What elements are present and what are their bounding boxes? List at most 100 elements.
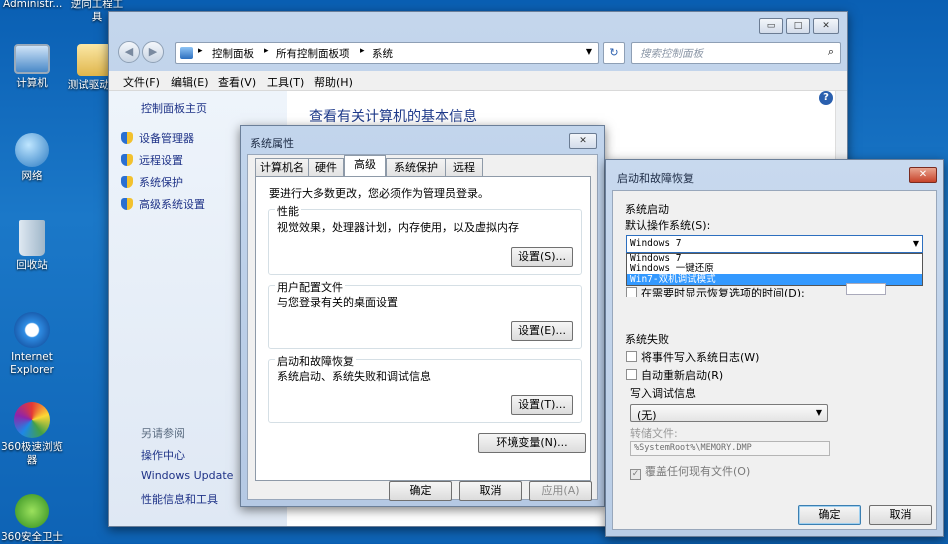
desktop-top-label-admin: Administr... (3, 0, 63, 10)
debug-info-select[interactable]: (无) ▼ (630, 404, 828, 422)
tab-advanced[interactable]: 高级 (344, 155, 386, 177)
default-os-select[interactable]: Windows 7 ▼ (626, 235, 923, 253)
os-dropdown-list: Windows 7 Windows 一键还原 Win7-双机调试模式 (626, 253, 923, 286)
apply-button[interactable]: 应用(A) (529, 481, 592, 501)
write-event-checkbox[interactable] (626, 351, 637, 362)
ok-button[interactable]: 确定 (389, 481, 452, 501)
network-desktop-icon[interactable]: 网络 (0, 133, 64, 183)
360-safe-icon (15, 494, 49, 528)
performance-settings-button[interactable]: 设置(S)... (511, 247, 573, 267)
breadcrumb-sep: ▸ (360, 46, 365, 56)
startup-dialog-body: 系统启动 默认操作系统(S): Windows 7 ▼ Windows 7 Wi… (612, 190, 937, 530)
recycle-bin-desktop-icon[interactable]: 回收站 (0, 220, 64, 272)
360-browser-desktop-icon[interactable]: 360极速浏览器 (0, 402, 64, 467)
dump-file-input[interactable]: %SystemRoot%\MEMORY.DMP (630, 441, 830, 456)
auto-restart-checkbox[interactable] (626, 369, 637, 380)
dialog-body: 计算机名 硬件 高级 系统保护 远程 要进行大多数更改，您必须作为管理员登录。 … (247, 154, 598, 501)
performance-title: 性能 (275, 203, 301, 219)
startup-cancel-button[interactable]: 取消 (869, 505, 932, 525)
dialog-close-button[interactable]: ✕ (569, 133, 597, 149)
menu-edit[interactable]: 编辑(E) (171, 74, 209, 90)
dump-file-label: 转储文件: (630, 427, 678, 440)
360-browser-icon (14, 402, 50, 438)
tab-hardware[interactable]: 硬件 (308, 158, 344, 177)
ie-desktop-icon[interactable]: Internet Explorer (0, 312, 64, 377)
tab-computer-name[interactable]: 计算机名 (255, 158, 309, 177)
select-arrow-icon: ▼ (912, 239, 919, 248)
system-properties-dialog: 系统属性 ✕ 计算机名 硬件 高级 系统保护 远程 要进行大多数更改，您必须作为… (240, 125, 605, 507)
os-option-onekey-restore[interactable]: Windows 一键还原 (630, 264, 920, 274)
startup-dialog-close-button[interactable]: ✕ (909, 167, 937, 183)
overwrite-row[interactable]: ✓ 覆盖任何现有文件(O) (630, 463, 750, 480)
write-event-row[interactable]: 将事件写入系统日志(W) (626, 349, 759, 365)
breadcrumb-sep: ▸ (264, 46, 269, 56)
performance-tools-link[interactable]: 性能信息和工具 (141, 491, 218, 507)
startup-recovery-dialog: 启动和故障恢复 ✕ 系统启动 默认操作系统(S): Windows 7 ▼ Wi… (605, 159, 944, 537)
admin-note: 要进行大多数更改，您必须作为管理员登录。 (269, 187, 489, 200)
close-button[interactable]: ✕ (813, 18, 839, 34)
network-globe-icon (15, 133, 49, 167)
network-label: 网络 (21, 170, 43, 182)
control-panel-icon (180, 47, 193, 59)
overwrite-label: 覆盖任何现有文件(O) (645, 465, 751, 478)
startup-ok-button[interactable]: 确定 (798, 505, 861, 525)
user-profiles-title: 用户配置文件 (275, 279, 345, 295)
search-box[interactable]: 搜索控制面板 ⌕ (631, 42, 841, 64)
menu-help[interactable]: 帮助(H) (314, 74, 353, 90)
user-profiles-settings-button[interactable]: 设置(E)... (511, 321, 573, 341)
help-icon[interactable]: ? (819, 91, 833, 105)
search-icon[interactable]: ⌕ (828, 45, 834, 59)
internet-explorer-icon (14, 312, 50, 348)
dialog-title: 系统属性 (250, 137, 294, 150)
breadcrumb-system[interactable]: 系统 (372, 46, 393, 61)
forward-button[interactable]: ▶ (142, 41, 164, 63)
overwrite-checkbox[interactable]: ✓ (630, 469, 641, 480)
control-panel-home-link[interactable]: 控制面板主页 (141, 100, 207, 116)
system-protection-link[interactable]: 系统保护 (121, 174, 183, 190)
address-bar[interactable]: ▸ 控制面板 ▸ 所有控制面板项 ▸ 系统 ▼ (175, 42, 599, 64)
computer-icon (14, 44, 50, 74)
shield-icon (121, 198, 133, 210)
breadcrumb-all-items[interactable]: 所有控制面板项 (276, 46, 350, 61)
startup-recovery-group: 启动和故障恢复 系统启动、系统失败和调试信息 设置(T)... (268, 353, 582, 423)
menu-file[interactable]: 文件(F) (123, 74, 160, 90)
menu-view[interactable]: 查看(V) (218, 74, 256, 90)
advanced-settings-label: 高级系统设置 (139, 198, 205, 211)
show-recovery-row[interactable]: 在需要时显示恢复选项的时间(D): (626, 285, 805, 297)
show-recovery-checkbox[interactable] (626, 287, 637, 297)
windows-update-link[interactable]: Windows Update (141, 469, 233, 482)
breadcrumb-sep: ▸ (198, 46, 203, 56)
computer-desktop-icon[interactable]: 计算机 (0, 44, 64, 90)
device-manager-label: 设备管理器 (139, 132, 194, 145)
action-center-link[interactable]: 操作中心 (141, 447, 185, 463)
device-manager-link[interactable]: 设备管理器 (121, 130, 194, 146)
search-placeholder: 搜索控制面板 (640, 48, 703, 60)
menu-tools[interactable]: 工具(T) (267, 74, 304, 90)
debug-info-value: (无) (637, 409, 657, 422)
startup-recovery-title: 启动和故障恢复 (275, 353, 356, 369)
breadcrumb-control-panel[interactable]: 控制面板 (212, 46, 254, 61)
startup-recovery-settings-button[interactable]: 设置(T)... (511, 395, 573, 415)
recovery-time-spinner[interactable] (846, 283, 886, 295)
remote-settings-link[interactable]: 远程设置 (121, 152, 183, 168)
shield-icon (121, 154, 133, 166)
minimize-button[interactable]: ▭ (759, 18, 783, 34)
page-title: 查看有关计算机的基本信息 (309, 109, 477, 125)
shield-icon (121, 132, 133, 144)
maximize-button[interactable]: □ (786, 18, 810, 34)
advanced-settings-link[interactable]: 高级系统设置 (121, 196, 205, 212)
cancel-button[interactable]: 取消 (459, 481, 522, 501)
360-safe-desktop-icon[interactable]: 360安全卫士 (0, 494, 64, 544)
auto-restart-row[interactable]: 自动重新启动(R) (626, 367, 723, 383)
tab-remote[interactable]: 远程 (445, 158, 483, 177)
auto-restart-label: 自动重新启动(R) (641, 369, 724, 382)
address-dropdown-icon[interactable]: ▼ (586, 47, 592, 56)
computer-label: 计算机 (16, 77, 48, 89)
environment-variables-button[interactable]: 环境变量(N)... (478, 433, 586, 453)
tab-system-protection[interactable]: 系统保护 (386, 158, 446, 177)
back-button[interactable]: ◀ (118, 41, 140, 63)
tab-page: 要进行大多数更改，您必须作为管理员登录。 性能 视觉效果，处理器计划，内存使用，… (255, 176, 591, 481)
refresh-button[interactable]: ↻ (603, 42, 625, 64)
write-event-label: 将事件写入系统日志(W) (641, 351, 760, 364)
show-recovery-label: 在需要时显示恢复选项的时间(D): (641, 287, 805, 297)
